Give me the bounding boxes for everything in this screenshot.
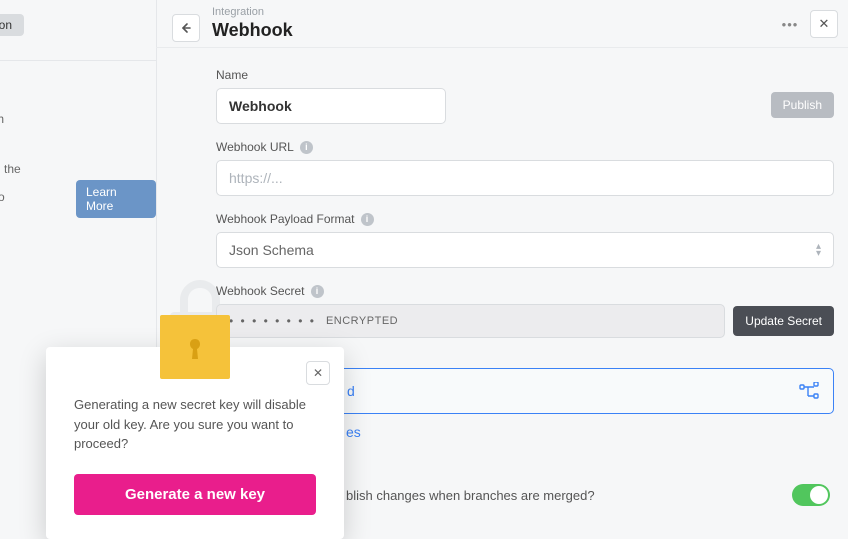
merge-publish-toggle[interactable] — [792, 484, 830, 506]
url-label-text: Webhook URL — [216, 140, 294, 154]
chevron-updown-icon: ▴▾ — [816, 243, 821, 257]
payload-format-select[interactable]: Json Schema ▴▾ — [216, 232, 834, 268]
secret-display: • • • • • • • • ENCRYPTED — [216, 304, 725, 338]
format-label: Webhook Payload Format i — [216, 212, 834, 226]
dots-icon: ••• — [782, 17, 799, 32]
info-icon[interactable]: i — [300, 141, 313, 154]
partial-text-d: d — [347, 383, 355, 399]
generate-key-button[interactable]: Generate a new key — [74, 474, 316, 515]
partial-text-es: es — [346, 424, 834, 440]
bg-pill: ration — [0, 14, 24, 36]
confirm-generate-modal: ✕ Generating a new secret key will disab… — [46, 347, 344, 539]
bg-text-line1: s on the — [0, 160, 48, 178]
modal-body-text: Generating a new secret key will disable… — [74, 395, 316, 454]
name-label: Name — [216, 68, 834, 82]
format-value: Json Schema — [229, 242, 314, 258]
encrypted-tag: ENCRYPTED — [326, 315, 398, 327]
panel-header: Integration Webhook ••• ✕ — [156, 0, 848, 48]
learn-more-button[interactable]: Learn More — [76, 180, 156, 218]
lock-icon — [160, 315, 230, 379]
close-icon: ✕ — [819, 16, 830, 32]
branch-icon — [799, 382, 819, 400]
name-input[interactable] — [216, 88, 446, 124]
close-panel-button[interactable]: ✕ — [810, 10, 838, 38]
info-icon[interactable]: i — [311, 285, 324, 298]
more-menu-button[interactable]: ••• — [776, 10, 804, 38]
back-button[interactable] — [172, 14, 200, 42]
toggle-knob — [810, 486, 828, 504]
breadcrumb: Integration — [212, 6, 293, 18]
secret-label-text: Webhook Secret — [216, 284, 305, 298]
url-label: Webhook URL i — [216, 140, 834, 154]
update-secret-button[interactable]: Update Secret — [733, 306, 834, 336]
format-label-text: Webhook Payload Format — [216, 212, 355, 226]
publish-button[interactable]: Publish — [771, 92, 834, 118]
arrow-left-icon — [180, 22, 192, 34]
info-icon[interactable]: i — [361, 213, 374, 226]
bg-divider — [0, 60, 156, 61]
bg-text-publish: lish — [0, 112, 4, 126]
secret-label: Webhook Secret i — [216, 284, 834, 298]
bg-text-line2: ed to — [0, 190, 5, 204]
modal-close-button[interactable]: ✕ — [306, 361, 330, 385]
webhook-url-input[interactable] — [216, 160, 834, 196]
merge-publish-label: blish changes when branches are merged? — [346, 488, 595, 503]
close-icon: ✕ — [313, 366, 323, 380]
page-title: Webhook — [212, 20, 293, 41]
secret-mask: • • • • • • • • — [229, 314, 316, 328]
